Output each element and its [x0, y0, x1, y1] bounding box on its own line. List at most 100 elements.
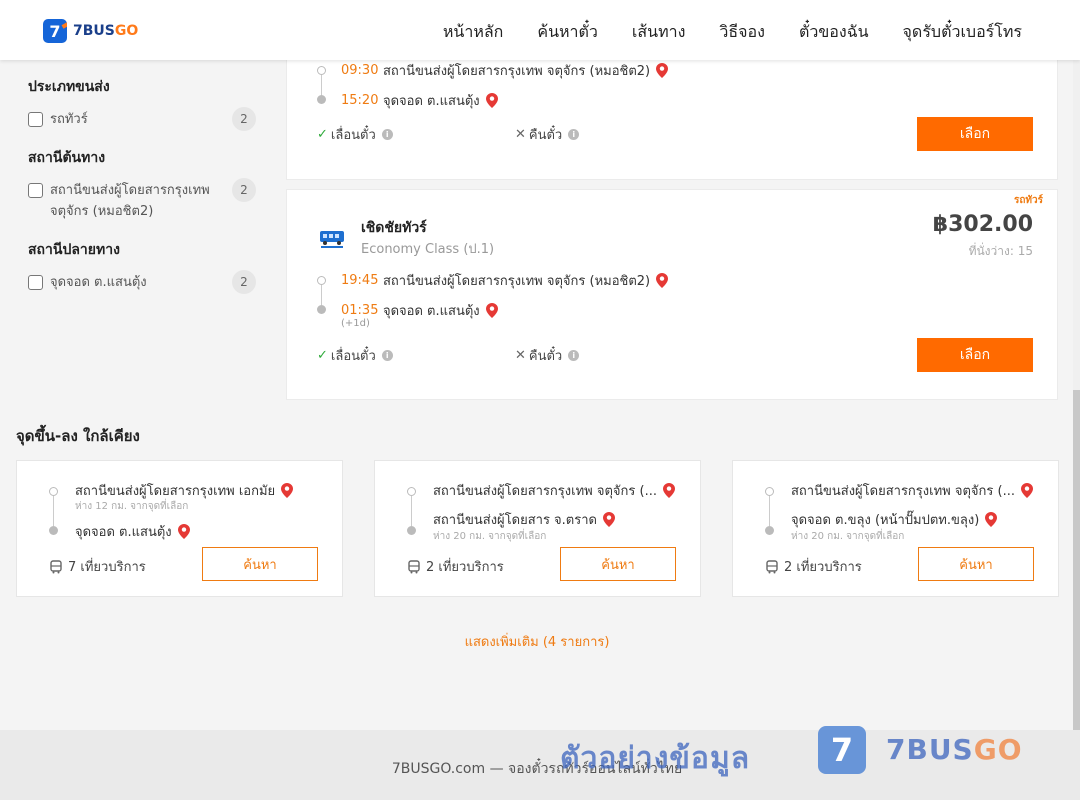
select-button[interactable]: เลือก: [917, 117, 1033, 151]
watermark-brand: 7BUSGO: [886, 733, 1023, 766]
select-button[interactable]: เลือก: [917, 338, 1033, 372]
origin-name: สถานีขนส่งผู้โดยสารกรุงเทพ จตุจักร (...: [433, 484, 657, 499]
nearby-card: สถานีขนส่งผู้โดยสารกรุงเทพ เอกมัย ห่าง 1…: [16, 460, 343, 597]
info-icon[interactable]: i: [568, 350, 580, 361]
timeline-line: [321, 285, 322, 305]
origin-name: สถานีขนส่งผู้โดยสารกรุงเทพ เอกมัย: [75, 484, 276, 499]
map-pin-icon[interactable]: [485, 303, 498, 318]
map-pin-icon[interactable]: [1020, 483, 1033, 498]
check-icon: ✓: [317, 127, 328, 142]
feature-refund: ✕ คืนตั๋ว i: [515, 124, 580, 145]
departure-place: สถานีขนส่งผู้โดยสารกรุงเทพ จตุจักร (หมอช…: [383, 274, 651, 289]
filter-checkbox[interactable]: [28, 183, 43, 198]
watermark-text: ตัวอย่างข้อมูล: [560, 741, 751, 776]
nav-my-tickets[interactable]: ตั๋วของฉัน: [799, 20, 869, 45]
operator-name: เชิดชัยทัวร์: [361, 220, 427, 236]
filter-count-badge: 2: [232, 178, 256, 202]
info-icon[interactable]: i: [381, 350, 393, 361]
map-pin-icon[interactable]: [656, 63, 669, 78]
filter-option[interactable]: จุดจอด ต.แสนตุ้ง 2: [28, 270, 256, 294]
departure-place: สถานีขนส่งผู้โดยสารกรุงเทพ จตุจักร (หมอช…: [383, 64, 651, 79]
filter-checkbox[interactable]: [28, 112, 43, 127]
destination-distance: ห่าง 20 กม. จากจุดที่เลือก: [433, 531, 547, 542]
bus-icon: [50, 559, 62, 573]
origin-dot: [49, 487, 58, 496]
filter-title: สถานีปลายทาง: [28, 242, 120, 258]
operator-logo-icon: [320, 231, 344, 248]
logo-text: 7BUSGO: [73, 23, 139, 39]
main-nav: หน้าหลัก ค้นหาตั๋ว เส้นทาง วิธีจอง ตั๋วข…: [443, 20, 1022, 45]
nearby-search-button[interactable]: ค้นหา: [202, 547, 318, 581]
filter-option[interactable]: สถานีขนส่งผู้โดยสารกรุงเทพ จตุจักร (หมอช…: [28, 178, 256, 222]
feature-reschedule: ✓ เลื่อนตั๋ว i: [317, 345, 393, 366]
filter-group-origin: สถานีต้นทาง สถานีขนส่งผู้โดยสารกรุงเทพ จ…: [28, 147, 256, 222]
nav-home[interactable]: หน้าหลัก: [443, 20, 504, 45]
bus-icon: [766, 559, 778, 573]
timeline-line: [321, 75, 322, 96]
destination-distance: ห่าง 20 กม. จากจุดที่เลือก: [791, 531, 905, 542]
nearby-search-button[interactable]: ค้นหา: [918, 547, 1034, 581]
map-pin-icon[interactable]: [602, 512, 615, 527]
nearby-card: สถานีขนส่งผู้โดยสารกรุงเทพ จตุจักร (... …: [732, 460, 1059, 597]
filter-group-destination: สถานีปลายทาง จุดจอด ต.แสนตุ้ง 2: [28, 239, 256, 294]
trip-card: 09:30 สถานีขนส่งผู้โดยสารกรุงเทพ จตุจักร…: [286, 50, 1058, 180]
destination-dot: [765, 526, 774, 535]
nav-search-tickets[interactable]: ค้นหาตั๋ว: [537, 20, 598, 45]
trip-count-label: 2 เที่ยวบริการ: [784, 560, 862, 575]
arrival-place: จุดจอด ต.แสนตุ้ง: [383, 304, 480, 319]
nearby-section-title: จุดขึ้น-ลง ใกล้เคียง: [16, 427, 140, 445]
nearby-destination: จุดจอด ต.ขลุง (หน้าปั๊มปตท.ขลุง): [791, 509, 998, 530]
cross-icon: ✕: [515, 127, 526, 142]
filter-sidebar: ประเภทขนส่ง รถทัวร์ 2 สถานีต้นทาง สถานีข…: [28, 76, 256, 310]
arrival-time: 15:20: [341, 93, 379, 108]
feature-label: เลื่อนตั๋ว: [330, 128, 376, 143]
nearby-trip-count: 2 เที่ยวบริการ: [407, 556, 504, 577]
nearby-search-button[interactable]: ค้นหา: [560, 547, 676, 581]
check-icon: ✓: [317, 348, 328, 363]
nearby-trip-count: 2 เที่ยวบริการ: [765, 556, 862, 577]
nearby-destination: จุดจอด ต.แสนตุ้ง: [75, 521, 190, 542]
map-pin-icon[interactable]: [177, 524, 190, 539]
page-scrollbar[interactable]: [1073, 60, 1080, 800]
map-pin-icon[interactable]: [662, 483, 675, 498]
map-pin-icon[interactable]: [656, 273, 669, 288]
origin-dot: [765, 487, 774, 496]
destination-name: สถานีขนส่งผู้โดยสาร จ.ตราด: [433, 513, 597, 528]
origin-name: สถานีขนส่งผู้โดยสารกรุงเทพ จตุจักร (...: [791, 484, 1015, 499]
ticket-price: ฿302.00: [932, 212, 1033, 237]
filter-checkbox[interactable]: [28, 275, 43, 290]
arrival-dot: [317, 95, 326, 104]
next-day-note: (+1d): [341, 318, 370, 329]
seats-available: ที่นั่งว่าง: 15: [968, 244, 1033, 258]
filter-title: ประเภทขนส่ง: [28, 79, 110, 95]
destination-name: จุดจอด ต.แสนตุ้ง: [75, 525, 172, 540]
info-icon[interactable]: i: [381, 129, 393, 140]
nav-ticket-points-phone[interactable]: จุดรับตั๋วเบอร์โทร: [903, 20, 1022, 45]
filter-label: สถานีขนส่งผู้โดยสารกรุงเทพ จตุจักร (หมอช…: [50, 183, 210, 219]
arrival-time: 01:35: [341, 303, 379, 318]
map-pin-icon[interactable]: [281, 483, 294, 498]
filter-title: สถานีต้นทาง: [28, 150, 106, 166]
origin-distance: ห่าง 12 กม. จากจุดที่เลือก: [75, 501, 189, 512]
filter-group-transport-type: ประเภทขนส่ง รถทัวร์ 2: [28, 76, 256, 131]
show-more-link[interactable]: แสดงเพิ่มเติม (4 รายการ): [0, 631, 1074, 652]
site-logo[interactable]: 7 7BUSGO: [43, 19, 138, 43]
arrival-place: จุดจอด ต.แสนตุ้ง: [383, 94, 480, 109]
map-pin-icon[interactable]: [985, 512, 998, 527]
seat-class: Economy Class (ป.1): [361, 242, 495, 257]
nearby-trip-count: 7 เที่ยวบริการ: [49, 556, 146, 577]
trip-count-label: 7 เที่ยวบริการ: [68, 560, 146, 575]
filter-label: รถทัวร์: [50, 112, 88, 127]
departure-row: 19:45 สถานีขนส่งผู้โดยสารกรุงเทพ จตุจักร…: [341, 270, 669, 291]
logo-icon: 7: [43, 19, 67, 43]
departure-dot: [317, 66, 326, 75]
info-icon[interactable]: i: [568, 129, 580, 140]
map-pin-icon[interactable]: [485, 93, 498, 108]
nav-how-to-book[interactable]: วิธีจอง: [719, 20, 765, 45]
filter-label: จุดจอด ต.แสนตุ้ง: [50, 275, 147, 290]
filter-option[interactable]: รถทัวร์ 2: [28, 107, 256, 131]
destination-dot: [49, 526, 58, 535]
destination-name: จุดจอด ต.ขลุง (หน้าปั๊มปตท.ขลุง): [791, 513, 980, 528]
nav-routes[interactable]: เส้นทาง: [632, 20, 686, 45]
nearby-origin: สถานีขนส่งผู้โดยสารกรุงเทพ จตุจักร (...: [791, 480, 1033, 501]
